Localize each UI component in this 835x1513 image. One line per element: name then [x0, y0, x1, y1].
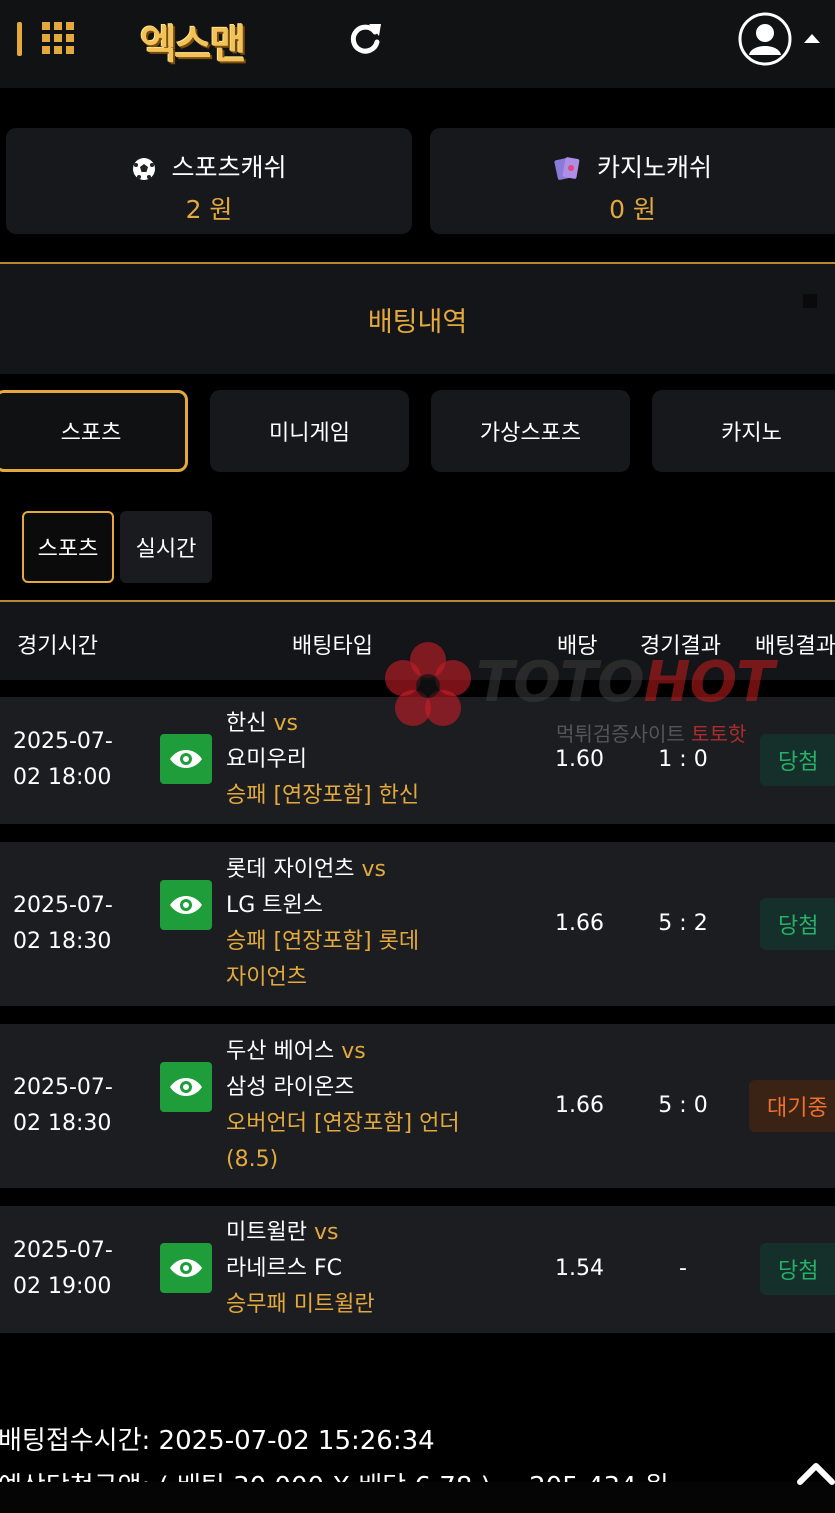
user-avatar-icon[interactable] [737, 11, 793, 67]
table-header: 경기시간 배팅타입 배당 경기결과 배팅결과 [0, 600, 835, 680]
home-team: 한신 [226, 711, 267, 736]
match-date: 2025-07- [13, 1238, 113, 1263]
view-details-button[interactable] [160, 734, 212, 784]
betting-history-header: 배팅내역 [0, 262, 835, 374]
status-badge-win: 당첨 [760, 898, 835, 950]
odds-value: 1.60 [555, 747, 604, 772]
tab-casino[interactable]: 카지노 [652, 390, 835, 472]
col-header-bet-result: 배팅결과 [755, 634, 835, 659]
bet-type-cont: 자이언츠 [226, 965, 307, 990]
home-team: 롯데 자이언츠 [226, 857, 355, 882]
casino-cash-label: 카지노캐쉬 [596, 153, 712, 182]
subtab-live[interactable]: 실시간 [120, 511, 212, 583]
grid-menu-icon[interactable] [42, 22, 74, 54]
expected-payout-line: 예상당첨금액: ( 배팅 30,000 X 배당 6.78 ) = 205,43… [0, 1470, 698, 1482]
odds-value: 1.66 [555, 1093, 604, 1118]
soccer-ball-icon [133, 158, 156, 180]
bet-type: 승패 [연장포함] 한신 [226, 783, 420, 808]
col-header-time: 경기시간 [17, 634, 98, 659]
bet-type: 승패 [연장포함] 롯데 [226, 929, 420, 954]
table-row: 2025-07- 02 18:30 롯데 자이언츠 vs LG 트윈스 승패 [… [0, 842, 835, 1006]
bet-received-time: 배팅접수시간: 2025-07-02 15:26:34 [0, 1426, 435, 1456]
match-date: 2025-07- [13, 893, 113, 918]
home-team: 두산 베어스 [226, 1039, 335, 1064]
bet-type: 오버언더 [연장포함] 언더 [226, 1111, 460, 1136]
table-row: 2025-07- 02 19:00 미트윌란 vs 라네르스 FC 승무패 미트… [0, 1206, 835, 1333]
sports-cash-label: 스포츠캐쉬 [171, 153, 287, 182]
page-title: 배팅내역 [367, 307, 468, 338]
casino-cash-amount: 0 원 [609, 195, 656, 224]
match-time: 02 18:30 [13, 1111, 112, 1136]
eye-icon [170, 750, 202, 768]
status-badge-pending: 대기중 [749, 1080, 835, 1132]
away-team: LG 트윈스 [226, 893, 324, 918]
away-team: 라네르스 FC [226, 1256, 342, 1281]
casino-cash-card: 카지노캐쉬 0 원 [430, 128, 835, 234]
col-header-match-result: 경기결과 [640, 634, 721, 659]
match-score: 1 : 0 [658, 747, 708, 772]
eye-icon [170, 896, 202, 914]
tab-sports[interactable]: 스포츠 [0, 390, 188, 472]
accent-bar [17, 22, 22, 56]
caret-up-icon[interactable] [804, 34, 820, 43]
vs-label: vs [341, 1039, 366, 1064]
eye-icon [170, 1259, 202, 1277]
odds-value: 1.66 [555, 911, 604, 936]
top-bar: 엑스맨 [0, 0, 835, 88]
odds-value: 1.54 [555, 1256, 604, 1281]
vs-label: vs [313, 1220, 339, 1245]
bottom-bar [0, 1482, 835, 1513]
match-time: 02 18:00 [13, 765, 112, 790]
away-team: 삼성 라이온즈 [226, 1075, 355, 1100]
table-row: 2025-07- 02 18:00 한신 vs 요미우리 승패 [연장포함] 한… [0, 697, 835, 824]
match-time: 02 19:00 [13, 1274, 112, 1299]
vs-label: vs [273, 711, 298, 736]
bet-type-cont: (8.5) [226, 1147, 279, 1172]
status-badge-win: 당첨 [760, 1243, 835, 1295]
tab-minigame[interactable]: 미니게임 [210, 390, 409, 472]
eye-icon [170, 1078, 202, 1096]
match-score: 5 : 2 [658, 911, 708, 936]
view-details-button[interactable] [160, 1062, 212, 1112]
bet-type: 승무패 미트윌란 [226, 1292, 375, 1317]
match-date: 2025-07- [13, 1075, 113, 1100]
sports-cash-card: 스포츠캐쉬 2 원 [6, 128, 412, 234]
tab-virtual-sports[interactable]: 가상스포츠 [431, 390, 630, 472]
view-details-button[interactable] [160, 1243, 212, 1293]
scroll-top-icon[interactable] [796, 1456, 835, 1488]
playing-cards-icon [554, 157, 580, 180]
match-score: - [679, 1256, 687, 1281]
match-date: 2025-07- [13, 729, 113, 754]
view-details-button[interactable] [160, 880, 212, 930]
subtab-sports[interactable]: 스포츠 [22, 511, 114, 583]
col-header-bet-type: 배팅타입 [292, 634, 373, 659]
sports-cash-amount: 2 원 [185, 195, 233, 224]
refresh-icon[interactable] [345, 20, 385, 60]
status-badge-win: 당첨 [760, 734, 835, 786]
away-team: 요미우리 [226, 747, 307, 772]
home-team: 미트윌란 [226, 1220, 307, 1245]
col-header-odds: 배당 [557, 634, 598, 659]
site-logo[interactable]: 엑스맨 [140, 12, 246, 70]
table-row: 2025-07- 02 18:30 두산 베어스 vs 삼성 라이온즈 오버언더… [0, 1024, 835, 1188]
vs-label: vs [361, 857, 386, 882]
square-icon [803, 294, 817, 308]
match-time: 02 18:30 [13, 929, 112, 954]
match-score: 5 : 0 [658, 1093, 708, 1118]
